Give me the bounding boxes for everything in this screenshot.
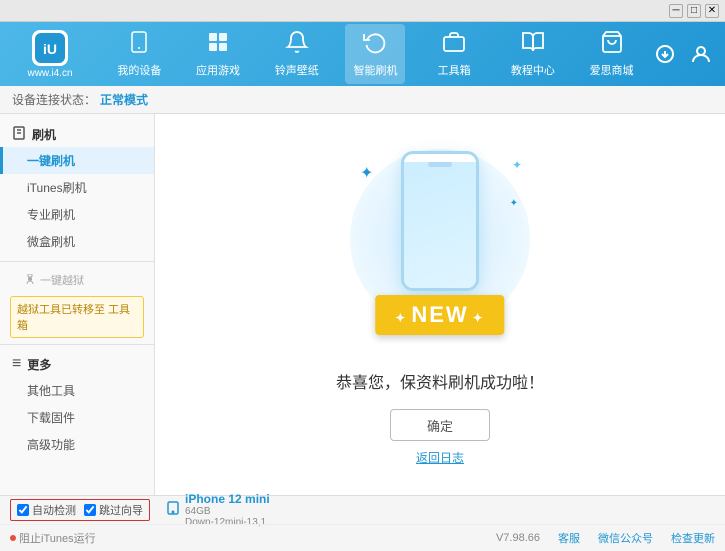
flash-section-label: 刷机: [32, 126, 56, 143]
toolbox-icon: [442, 30, 466, 60]
user-button[interactable]: [687, 40, 715, 68]
sidebar-jailbreak-header: 一键越狱: [0, 268, 154, 292]
download-button[interactable]: [651, 40, 679, 68]
wechat-link[interactable]: 微信公众号: [598, 530, 653, 546]
shop-icon: [600, 30, 624, 60]
phone-screen: [404, 162, 476, 291]
nav-smart-flash-label: 智能刷机: [353, 62, 397, 78]
phone-body: [401, 151, 479, 291]
logo-icon: iU: [32, 30, 68, 66]
nav-tutorials-label: 教程中心: [511, 62, 555, 78]
nav-my-device-label: 我的设备: [117, 62, 161, 78]
skip-wizard-text: 跳过向导: [99, 502, 143, 518]
nav-apps-label: 应用游戏: [196, 62, 240, 78]
nav-ringtones-label: 铃声壁纸: [275, 62, 319, 78]
auto-detect-checkbox[interactable]: [17, 504, 29, 516]
ringtones-icon: [285, 30, 309, 60]
nav-toolbox[interactable]: 工具箱: [424, 24, 484, 84]
logo[interactable]: iU www.i4.cn: [10, 30, 90, 79]
nav-smart-flash[interactable]: 智能刷机: [345, 24, 405, 84]
more-section-label: 更多: [27, 356, 51, 373]
red-dot-icon: [10, 535, 16, 541]
bottom-links: V7.98.66 客服 微信公众号 检查更新: [496, 530, 715, 546]
nav-items: 我的设备 应用游戏 铃声壁纸 智能刷机 工具箱: [100, 24, 651, 84]
sidebar-flash-header: 刷机: [0, 122, 154, 147]
bottom-row1: 自动检测 跳过向导 iPhone 12 mini 64GB Down-12min…: [0, 496, 725, 524]
svg-text:iU: iU: [43, 41, 57, 57]
nav-shop[interactable]: 爱思商城: [582, 24, 642, 84]
sidebar-jailbreak-warning: 越狱工具已转移至 工具箱: [10, 296, 144, 338]
my-device-icon: [127, 30, 151, 60]
sidebar-item-advanced[interactable]: 高级功能: [0, 431, 154, 458]
itunes-status-text: 阻止iTunes运行: [19, 530, 96, 546]
sidebar-item-one-key-flash[interactable]: 一键刷机: [0, 147, 154, 174]
new-ribbon: ✦NEW✦: [375, 295, 504, 335]
itunes-status: 阻止iTunes运行: [10, 530, 96, 546]
sidebar-item-micro-flash[interactable]: 微盒刷机: [0, 228, 154, 255]
sidebar-item-pro-flash[interactable]: 专业刷机: [0, 201, 154, 228]
bottom-row2: 阻止iTunes运行 V7.98.66 客服 微信公众号 检查更新: [0, 524, 725, 551]
service-link[interactable]: 客服: [558, 530, 580, 546]
skip-wizard-checkbox[interactable]: [84, 504, 96, 516]
sparkle-left: ✦: [360, 163, 373, 183]
skip-wizard-label[interactable]: 跳过向导: [84, 502, 143, 518]
smart-flash-icon: [363, 30, 387, 60]
nav-my-device[interactable]: 我的设备: [109, 24, 169, 84]
nav-apps-games[interactable]: 应用游戏: [188, 24, 248, 84]
confirm-button[interactable]: 确定: [390, 409, 490, 441]
auto-detect-label[interactable]: 自动检测: [17, 502, 76, 518]
update-link[interactable]: 检查更新: [671, 530, 715, 546]
sidebar-divider-1: [0, 261, 154, 262]
bottom-area: 自动检测 跳过向导 iPhone 12 mini 64GB Down-12min…: [0, 495, 725, 551]
nav-shop-label: 爱思商城: [590, 62, 634, 78]
success-illustration: ✦ ✦ ✦ ✦NEW✦: [340, 143, 540, 353]
version-text: V7.98.66: [496, 532, 540, 544]
nav-tutorials[interactable]: 教程中心: [503, 24, 563, 84]
nav-toolbox-label: 工具箱: [438, 62, 471, 78]
maximize-button[interactable]: □: [687, 4, 701, 18]
content-area: ✦ ✦ ✦ ✦NEW✦ 恭喜您，保资料刷机成功啦！ 确定 返回日志: [155, 114, 725, 495]
device-icon: [166, 501, 180, 520]
jailbreak-label: 一键越狱: [40, 272, 84, 288]
tutorials-icon: [521, 30, 545, 60]
phone-speaker: [428, 162, 452, 167]
back-log-link[interactable]: 返回日志: [416, 449, 464, 466]
minimize-button[interactable]: ─: [669, 4, 683, 18]
apps-games-icon: [206, 30, 230, 60]
status-value: 正常模式: [100, 91, 148, 108]
device-name: iPhone 12 mini: [185, 492, 270, 506]
nav-ringtones[interactable]: 铃声壁纸: [267, 24, 327, 84]
header: iU www.i4.cn 我的设备 应用游戏 铃声壁纸: [0, 22, 725, 86]
main-layout: 刷机 一键刷机 iTunes刷机 专业刷机 微盒刷机 一键越狱 越狱工具已转移至…: [0, 114, 725, 495]
sidebar: 刷机 一键刷机 iTunes刷机 专业刷机 微盒刷机 一键越狱 越狱工具已转移至…: [0, 114, 155, 495]
jailbreak-warning-text: 越狱工具已转移至 工具箱: [17, 304, 130, 332]
titlebar: ─ □ ✕: [0, 0, 725, 22]
header-right: [651, 40, 715, 68]
sidebar-item-itunes-flash[interactable]: iTunes刷机: [0, 174, 154, 201]
status-label: 设备连接状态：: [12, 91, 96, 108]
close-button[interactable]: ✕: [705, 4, 719, 18]
flash-section-icon: [12, 126, 26, 143]
statusbar: 设备连接状态： 正常模式: [0, 86, 725, 114]
sidebar-more-header: ≡ 更多: [0, 351, 154, 377]
checkbox-group: 自动检测 跳过向导: [10, 499, 150, 521]
auto-detect-text: 自动检测: [32, 502, 76, 518]
sidebar-divider-2: [0, 344, 154, 345]
sparkle-right-mid: ✦: [510, 198, 518, 209]
logo-url: www.i4.cn: [27, 68, 72, 79]
device-storage: 64GB: [185, 506, 270, 517]
sidebar-item-other-tools[interactable]: 其他工具: [0, 377, 154, 404]
sparkle-right-top: ✦: [512, 158, 522, 172]
success-title: 恭喜您，保资料刷机成功啦！: [336, 369, 544, 393]
sidebar-item-download-firmware[interactable]: 下载固件: [0, 404, 154, 431]
